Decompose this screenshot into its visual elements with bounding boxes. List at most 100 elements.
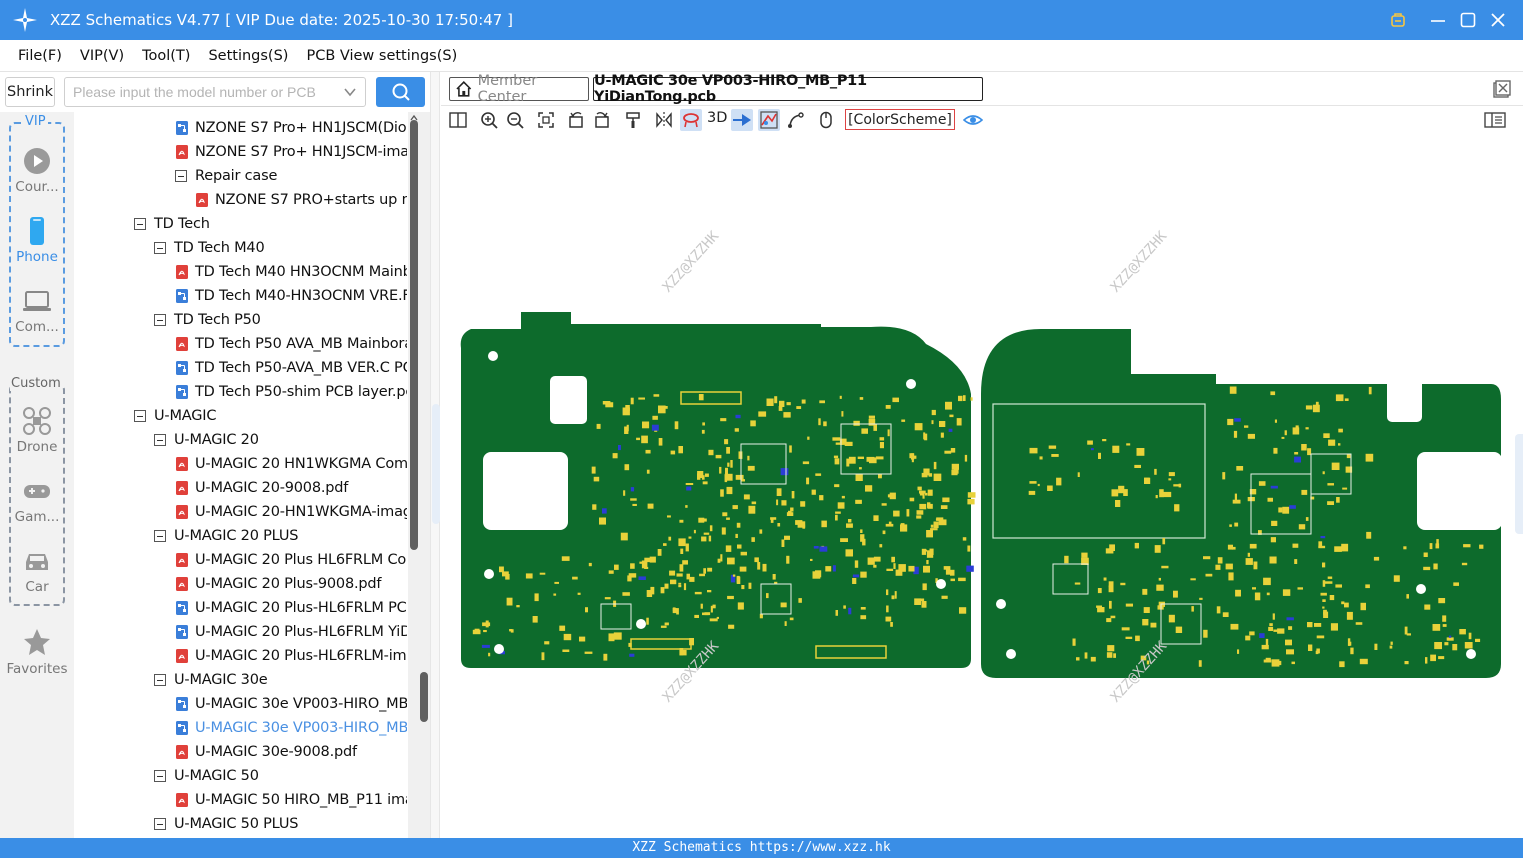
- collapse-toggle-icon[interactable]: [154, 434, 166, 446]
- tree-file[interactable]: TD Tech P50 AVA_MB Mainbora: [175, 332, 407, 356]
- right-panel-handle[interactable]: [1515, 434, 1523, 534]
- minimize-icon[interactable]: [1423, 0, 1453, 40]
- tree-folder[interactable]: U-MAGIC 20: [154, 428, 259, 452]
- pad: [835, 514, 838, 521]
- tree-folder[interactable]: TD Tech M40: [154, 236, 265, 260]
- rail-item-car[interactable]: Car: [0, 546, 74, 595]
- tree-folder[interactable]: TD Tech: [134, 212, 210, 236]
- pad: [867, 557, 875, 565]
- fit-view-icon[interactable]: [535, 109, 557, 131]
- net-highlight-icon[interactable]: [680, 109, 702, 131]
- tree-file[interactable]: TD Tech M40 HN3OCNM Mainb: [175, 260, 407, 284]
- layer-view-icon[interactable]: [758, 109, 780, 131]
- menu-tool[interactable]: Tool(T): [134, 48, 198, 64]
- chevron-down-icon[interactable]: [343, 85, 357, 99]
- tab-member-center[interactable]: Member Center: [449, 73, 589, 105]
- pdf-file-icon: [176, 457, 188, 471]
- tree-file[interactable]: U-MAGIC 20 Plus-HL6FRLM-ima: [175, 644, 407, 668]
- tree-file[interactable]: U-MAGIC 30e VP003-HIRO_MB_: [175, 692, 407, 716]
- tree-scrollbar-outer[interactable]: [418, 112, 430, 838]
- pcb-canvas[interactable]: XZZ@XZZHK XZZ@XZZHK XZZ@XZZHK XZZ@XZZHK: [441, 134, 1523, 838]
- rail-item-drone[interactable]: Drone: [0, 406, 74, 455]
- paint-brush-icon[interactable]: [622, 109, 644, 131]
- tree-file[interactable]: U-MAGIC 20 Plus-HL6FRLM YiD: [175, 620, 407, 644]
- tree-file[interactable]: TD Tech P50-AVA_MB VER.C PC: [175, 356, 407, 380]
- menu-pcb-view-settings[interactable]: PCB View settings(S): [298, 48, 465, 64]
- tree-folder[interactable]: U-MAGIC 50 PLUS: [154, 812, 298, 836]
- zoom-in-icon[interactable]: [478, 109, 500, 131]
- menu-vip[interactable]: VIP(V): [72, 48, 132, 64]
- tree-file[interactable]: U-MAGIC 30e VP003-HIRO_MB_: [175, 716, 407, 740]
- tree-file[interactable]: U-MAGIC 50 HIRO_MB_P11 ima: [175, 788, 407, 812]
- rotate-right-icon[interactable]: [591, 109, 613, 131]
- collapse-toggle-icon[interactable]: [154, 530, 166, 542]
- rail-item-courses[interactable]: Cour...: [0, 146, 74, 195]
- tree-file[interactable]: NZONE S7 Pro+ HN1JSCM-imag: [175, 140, 407, 164]
- pcb-board-view[interactable]: [441, 134, 1523, 838]
- rail-item-games[interactable]: Gam...: [0, 476, 74, 525]
- pad: [1168, 472, 1175, 477]
- menu-settings[interactable]: Settings(S): [200, 48, 296, 64]
- tree-file[interactable]: NZONE S7 Pro+ HN1JSCM(Diod: [175, 116, 407, 140]
- tree-file[interactable]: U-MAGIC 20 Plus-HL6FRLM PCE: [175, 596, 407, 620]
- collapse-toggle-icon[interactable]: [134, 218, 146, 230]
- rotate-left-icon[interactable]: [565, 109, 587, 131]
- tree-item-label: U-MAGIC 20 Plus-HL6FRLM-ima: [195, 648, 407, 664]
- tree-file[interactable]: U-MAGIC 20 Plus-9008.pdf: [175, 572, 382, 596]
- rail-item-phone[interactable]: Phone: [0, 216, 74, 265]
- mirror-icon[interactable]: [653, 109, 675, 131]
- tree-folder[interactable]: U-MAGIC 30e: [154, 668, 268, 692]
- pad: [813, 546, 819, 549]
- pad: [1215, 564, 1221, 570]
- favorites-button[interactable]: Favorites: [0, 627, 74, 677]
- collapse-toggle-icon[interactable]: [154, 674, 166, 686]
- zoom-out-icon[interactable]: [504, 109, 526, 131]
- pad: [832, 437, 841, 441]
- search-button[interactable]: [376, 77, 425, 107]
- tree-file[interactable]: U-MAGIC 20 Plus HL6FRLM Con: [175, 548, 407, 572]
- tree-file[interactable]: TD Tech P50-shim PCB layer.pcb: [175, 380, 407, 404]
- collapse-toggle-icon[interactable]: [154, 770, 166, 782]
- search-input[interactable]: [65, 78, 335, 106]
- pad: [926, 530, 933, 538]
- rail-item-computer[interactable]: Com...: [0, 286, 74, 335]
- pad: [1076, 657, 1080, 661]
- tree-file[interactable]: U-MAGIC 20 HN1WKGMA Comp: [175, 452, 407, 476]
- shrink-button[interactable]: Shrink: [5, 77, 55, 107]
- tree-file[interactable]: U-MAGIC 20-9008.pdf: [175, 476, 348, 500]
- split-view-icon[interactable]: [447, 109, 469, 131]
- tree-file[interactable]: U-MAGIC 20-HN1WKGMA-imag: [175, 500, 407, 524]
- mouse-mode-icon[interactable]: [815, 109, 837, 131]
- splitter-handle[interactable]: [432, 404, 440, 524]
- maximize-icon[interactable]: [1453, 0, 1483, 40]
- collapse-toggle-icon[interactable]: [154, 818, 166, 830]
- collapse-toggle-icon[interactable]: [154, 242, 166, 254]
- tree-file[interactable]: TD Tech M40-HN3OCNM VRE.F: [175, 284, 407, 308]
- collapse-toggle-icon[interactable]: [134, 410, 146, 422]
- eye-icon[interactable]: [962, 109, 984, 131]
- color-scheme-button[interactable]: [ColorScheme]: [845, 109, 955, 130]
- pad: [962, 537, 967, 541]
- trace-route-icon[interactable]: [785, 109, 807, 131]
- view-3d-button[interactable]: 3D: [707, 110, 727, 126]
- pad: [678, 585, 682, 588]
- tree-folder[interactable]: TD Tech P50: [154, 308, 261, 332]
- tree-folder[interactable]: U-MAGIC: [134, 404, 216, 428]
- tree-file[interactable]: U-MAGIC 30e-9008.pdf: [175, 740, 357, 764]
- close-all-tabs-icon[interactable]: [1493, 80, 1511, 98]
- pin-select-icon[interactable]: [731, 109, 753, 131]
- side-panel-toggle-icon[interactable]: [1484, 109, 1506, 131]
- collapse-toggle-icon[interactable]: [154, 314, 166, 326]
- tree-folder[interactable]: Repair case: [175, 164, 277, 188]
- pdf-file-icon: [176, 505, 188, 519]
- panel-splitter[interactable]: [430, 72, 440, 838]
- vip-badge-icon[interactable]: [1383, 0, 1413, 40]
- tree-file[interactable]: NZONE S7 PRO+starts up no: [195, 188, 407, 212]
- close-icon[interactable]: [1483, 0, 1513, 40]
- tree-scrollbar-thumb[interactable]: [420, 672, 428, 722]
- collapse-toggle-icon[interactable]: [175, 170, 187, 182]
- menu-file[interactable]: File(F): [10, 48, 70, 64]
- tab-pcb-file[interactable]: U-MAGIC 30e VP003-HIRO_MB_P11 YiDianTong…: [593, 73, 983, 105]
- tree-folder[interactable]: U-MAGIC 50: [154, 764, 259, 788]
- tree-folder[interactable]: U-MAGIC 20 PLUS: [154, 524, 298, 548]
